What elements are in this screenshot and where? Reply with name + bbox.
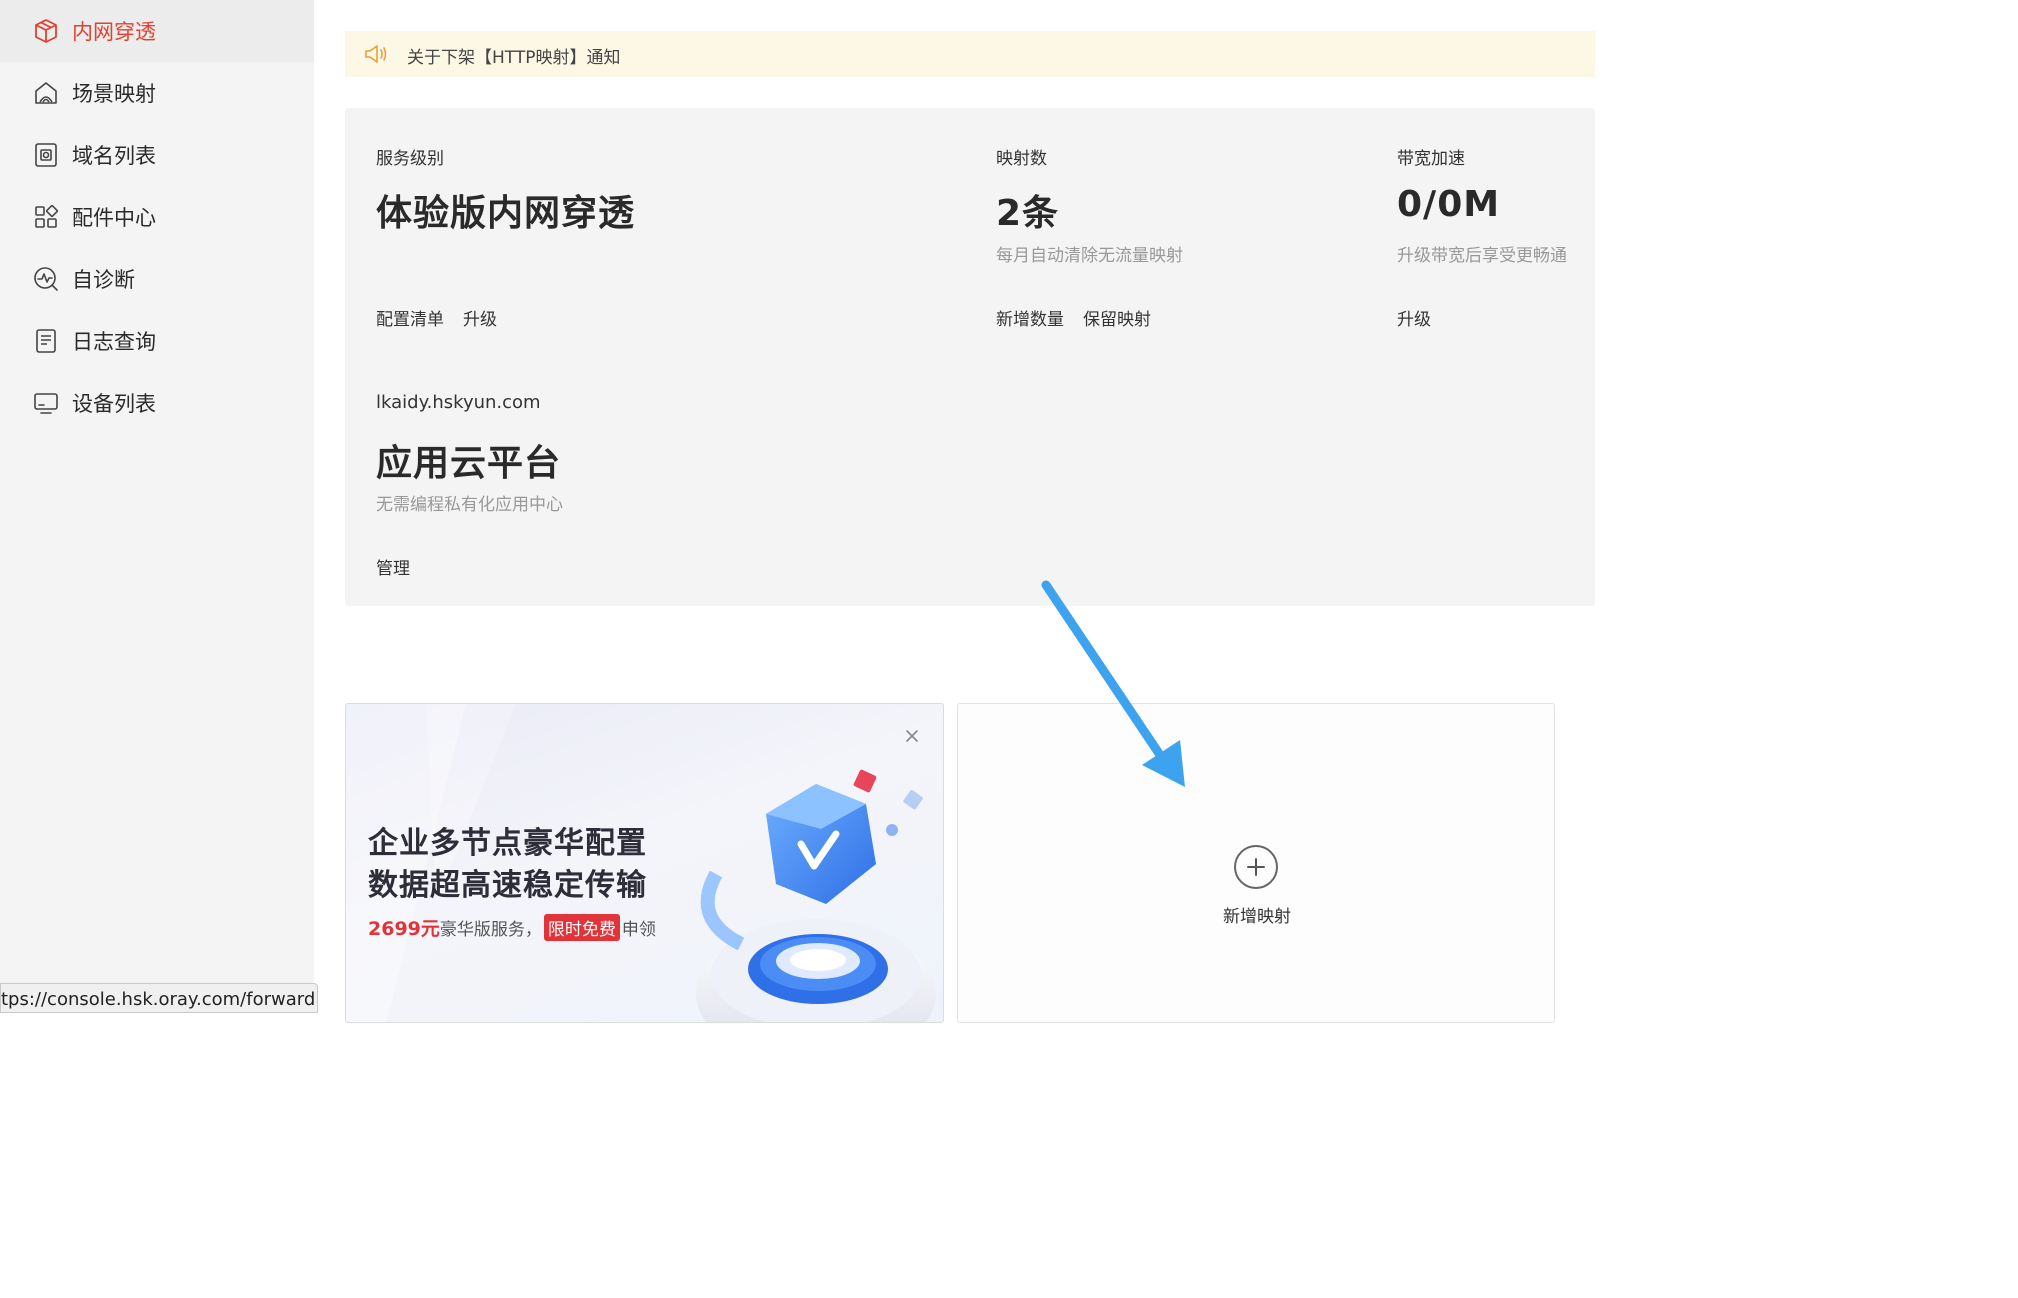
sidebar-item-scene-mapping[interactable]: 场景映射 — [0, 62, 314, 124]
promo-offer: 2699元 豪华版服务， 限时免费 申领 — [368, 914, 656, 941]
add-mapping-label[interactable]: 新增映射 — [958, 902, 1556, 927]
bandwidth-value: 0/0M — [1397, 184, 1501, 225]
sidebar-item-label: 配件中心 — [72, 206, 156, 230]
promo-free-badge: 限时免费 — [543, 914, 620, 941]
upgrade-service-link[interactable]: 升级 — [463, 305, 497, 330]
speaker-icon — [363, 43, 389, 65]
sidebar-item-label: 自诊断 — [72, 268, 135, 292]
sidebar-item-domains[interactable]: 域名列表 — [0, 124, 314, 186]
config-list-link[interactable]: 配置清单 — [376, 305, 444, 330]
sidebar-item-label: 域名列表 — [72, 144, 156, 168]
sidebar-item-label: 设备列表 — [72, 392, 156, 416]
sidebar-item-label: 内网穿透 — [72, 20, 156, 44]
app-domain: lkaidy.hskyun.com — [376, 392, 541, 413]
monitor-icon — [33, 390, 59, 416]
house-icon — [33, 80, 59, 106]
promo-service-text: 豪华版服务， — [439, 920, 542, 940]
promo-banner[interactable]: 企业多节点豪华配置 数据超高速稳定传输 2699元 豪华版服务， 限时免费 申领 — [345, 703, 944, 1023]
cube-icon — [33, 18, 59, 44]
close-icon[interactable] — [902, 726, 922, 746]
manage-link[interactable]: 管理 — [376, 554, 410, 579]
bandwidth-label: 带宽加速 — [1397, 149, 1465, 169]
sidebar: 内网穿透 场景映射 域名列表 配件中心 自诊断 日志查询 设备列表 tps://… — [0, 0, 318, 1013]
sidebar-item-devices[interactable]: 设备列表 — [0, 372, 314, 434]
mapping-count-value: 2条 — [996, 193, 1060, 234]
mapping-count-note: 每月自动清除无流量映射 — [996, 246, 1183, 266]
sidebar-item-label: 日志查询 — [72, 330, 156, 354]
service-level-value: 体验版内网穿透 — [376, 193, 636, 234]
diagnose-icon — [33, 266, 59, 292]
bandwidth-note: 升级带宽后享受更畅通 — [1397, 246, 1567, 266]
promo-title-line1: 企业多节点豪华配置 — [368, 826, 647, 861]
sidebar-item-intranet[interactable]: 内网穿透 — [0, 0, 314, 62]
app-cloud-note: 无需编程私有化应用中心 — [376, 495, 563, 515]
status-bar-url: tps://console.hsk.oray.com/forward — [0, 983, 318, 1013]
grid-icon — [33, 204, 59, 230]
plus-icon[interactable] — [1234, 845, 1278, 889]
app-cloud-value: 应用云平台 — [376, 443, 562, 484]
notice-text[interactable]: 关于下架【HTTP映射】通知 — [407, 43, 621, 68]
add-quantity-link[interactable]: 新增数量 — [996, 305, 1064, 330]
service-level-label: 服务级别 — [376, 149, 444, 169]
shield-illustration-icon — [696, 769, 936, 1022]
promo-title-line2: 数据超高速稳定传输 — [368, 868, 647, 903]
stats-panel: 服务级别 体验版内网穿透 配置清单 升级 映射数 2条 每月自动清除无流量映射 … — [345, 108, 1595, 606]
notice-bar[interactable]: 关于下架【HTTP映射】通知 — [345, 31, 1595, 77]
promo-price: 2699元 — [368, 918, 440, 940]
domain-icon — [33, 142, 59, 168]
keep-mapping-link[interactable]: 保留映射 — [1083, 305, 1151, 330]
app-root: 内网穿透 场景映射 域名列表 配件中心 自诊断 日志查询 设备列表 tps://… — [0, 0, 1595, 1023]
sidebar-item-label: 场景映射 — [72, 82, 156, 106]
promo-claim-text: 申领 — [621, 920, 656, 940]
log-icon — [33, 328, 59, 354]
add-mapping-card[interactable]: 新增映射 — [957, 703, 1555, 1023]
mapping-count-label: 映射数 — [996, 149, 1047, 169]
sidebar-item-diagnose[interactable]: 自诊断 — [0, 248, 314, 310]
sidebar-item-logs[interactable]: 日志查询 — [0, 310, 314, 372]
sidebar-item-accessories[interactable]: 配件中心 — [0, 186, 314, 248]
upgrade-bandwidth-link[interactable]: 升级 — [1397, 305, 1431, 330]
